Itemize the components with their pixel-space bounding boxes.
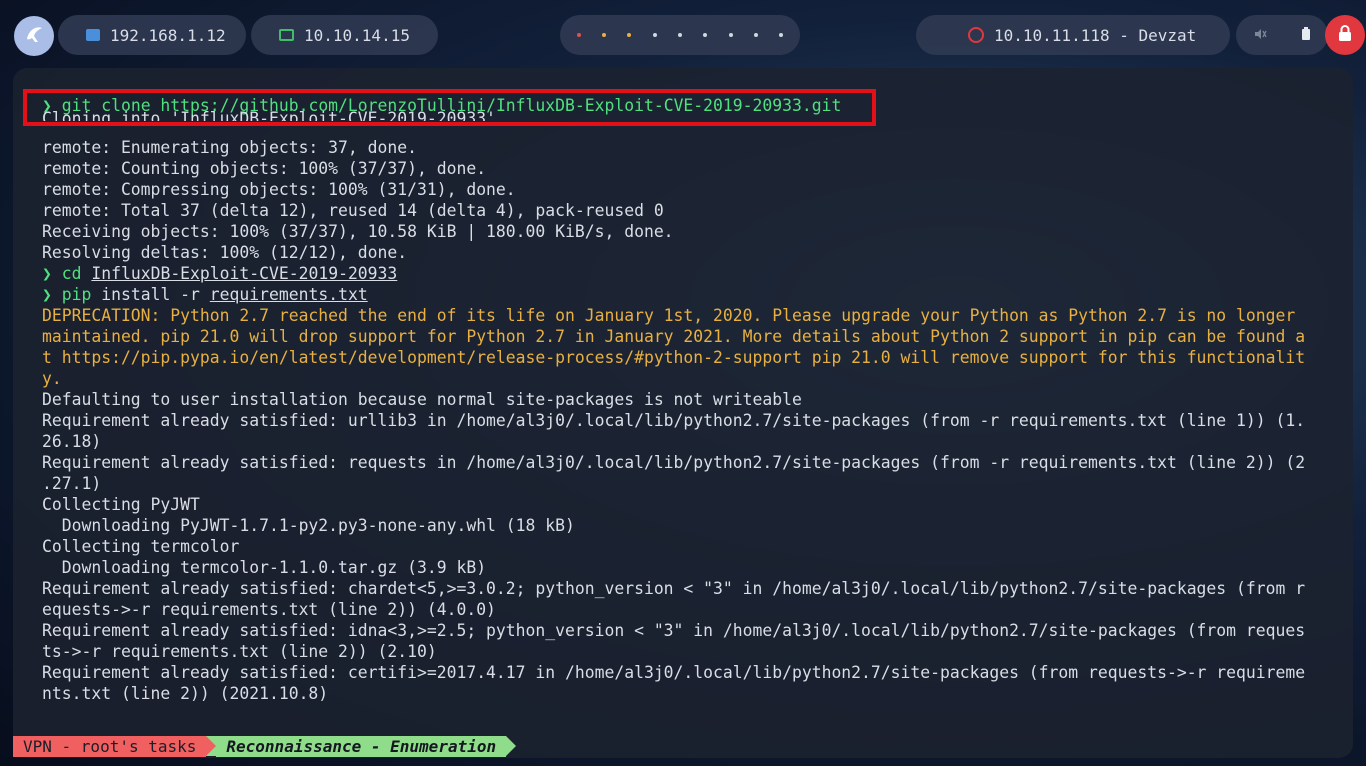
system-tray[interactable] xyxy=(1236,15,1328,55)
workspace-indicator[interactable] xyxy=(652,33,657,37)
session-label[interactable]: VPN - root's tasks xyxy=(13,736,207,757)
vpn-ip-widget[interactable]: 10.10.14.15 xyxy=(251,15,438,55)
terminal-line: nts.txt (line 2)) (2021.10.8) xyxy=(42,684,329,703)
workspace-indicator[interactable] xyxy=(601,33,606,37)
prompt-symbol: ❯ xyxy=(42,264,52,283)
powerline-separator xyxy=(206,736,217,756)
terminal-line: Resolving deltas: 100% (12/12), done. xyxy=(42,243,408,262)
terminal-line: ❯ pip install -r requirements.txt xyxy=(42,284,1332,305)
workspace-indicator[interactable] xyxy=(576,33,581,37)
terminal-line: Requirement already satisfied: urllib3 i… xyxy=(42,411,1306,430)
monitor-icon xyxy=(279,29,294,41)
deprecation-line: t https://pip.pypa.io/en/latest/developm… xyxy=(42,348,1306,367)
mute-icon[interactable] xyxy=(1253,26,1267,45)
terminal-line: Requirement already satisfied: chardet<5… xyxy=(42,579,1306,598)
local-ip-widget[interactable]: 192.168.1.12 xyxy=(58,15,246,55)
deprecation-line: maintained. pip 21.0 will drop support f… xyxy=(42,327,1306,346)
target-text: 10.10.11.118 - Devzat xyxy=(994,25,1197,45)
lock-screen-button[interactable] xyxy=(1325,15,1365,55)
workspace-indicator[interactable] xyxy=(703,33,708,37)
window-label[interactable]: Reconnaissance - Enumeration xyxy=(216,736,507,757)
terminal-line: remote: Compressing objects: 100% (31/31… xyxy=(42,180,516,199)
workspace-indicator[interactable] xyxy=(779,33,784,37)
workspace-indicator[interactable] xyxy=(728,33,733,37)
app-launcher-button[interactable] xyxy=(14,16,54,56)
battery-icon[interactable] xyxy=(1301,26,1311,45)
terminal-line: Downloading PyJWT-1.7.1-py2.py3-none-any… xyxy=(42,516,575,535)
terminal-line: .27.1) xyxy=(42,474,102,493)
terminal-line: remote: Counting objects: 100% (37/37), … xyxy=(42,159,487,178)
vpn-ip-text: 10.10.14.15 xyxy=(304,25,410,45)
target-widget[interactable]: 10.10.11.118 - Devzat xyxy=(916,15,1230,55)
terminal-line: equests->-r requirements.txt (line 2)) (… xyxy=(42,600,496,619)
terminal-line: 26.18) xyxy=(42,432,102,451)
prompt-symbol: ❯ xyxy=(42,285,52,304)
cloning-line: Cloning into 'InfluxDB-Exploit-CVE-2019-… xyxy=(42,109,526,121)
terminal-line: remote: Enumerating objects: 37, done. xyxy=(42,138,417,157)
terminal-line: Defaulting to user installation because … xyxy=(42,390,802,409)
file-argument: requirements.txt xyxy=(209,285,368,304)
terminal-line: Collecting PyJWT xyxy=(42,495,200,514)
lock-icon xyxy=(1337,24,1353,46)
target-icon xyxy=(968,27,984,43)
workspace-indicator[interactable] xyxy=(753,33,758,37)
tmux-status-bar: VPN - root's tasks Reconnaissance - Enum… xyxy=(13,736,517,757)
app-logo-icon xyxy=(23,23,45,49)
workspace-switcher[interactable] xyxy=(560,15,800,55)
command-args: install -r xyxy=(101,285,200,304)
terminal-line: ts->-r requirements.txt (line 2)) (2.10) xyxy=(42,642,437,661)
top-panel: 192.168.1.12 10.10.14.15 10.10.11.118 - … xyxy=(0,0,1366,70)
terminal-line: Downloading termcolor-1.1.0.tar.gz (3.9 … xyxy=(42,558,487,577)
network-icon xyxy=(86,29,100,41)
terminal-line: Receiving objects: 100% (37/37), 10.58 K… xyxy=(42,222,674,241)
deprecation-line: DEPRECATION: Python 2.7 reached the end … xyxy=(42,306,1296,325)
terminal-line: Cloning into 'InfluxDB-Exploit-CVE-2019-… xyxy=(42,109,1332,137)
deprecation-line: y. xyxy=(42,369,62,388)
terminal-line: Requirement already satisfied: idna<3,>=… xyxy=(42,621,1306,640)
workspace-indicator[interactable] xyxy=(677,33,682,37)
terminal-line: Requirement already satisfied: requests … xyxy=(42,453,1306,472)
terminal-output: ❯ git clone https://github.com/LorenzoTu… xyxy=(42,95,1332,704)
path-argument: InfluxDB-Exploit-CVE-2019-20933 xyxy=(91,264,398,283)
command-text: cd xyxy=(61,264,82,283)
terminal-line: remote: Total 37 (delta 12), reused 14 (… xyxy=(42,201,664,220)
workspace-indicator[interactable] xyxy=(627,33,632,37)
terminal-line: Requirement already satisfied: certifi>=… xyxy=(42,663,1306,682)
powerline-separator xyxy=(506,736,517,756)
command-text: pip xyxy=(61,285,92,304)
terminal-line: Collecting termcolor xyxy=(42,537,240,556)
local-ip-text: 192.168.1.12 xyxy=(110,25,226,45)
terminal-window[interactable]: ❯ git clone https://github.com/LorenzoTu… xyxy=(13,68,1353,758)
terminal-line: ❯ cd InfluxDB-Exploit-CVE-2019-20933 xyxy=(42,263,1332,284)
